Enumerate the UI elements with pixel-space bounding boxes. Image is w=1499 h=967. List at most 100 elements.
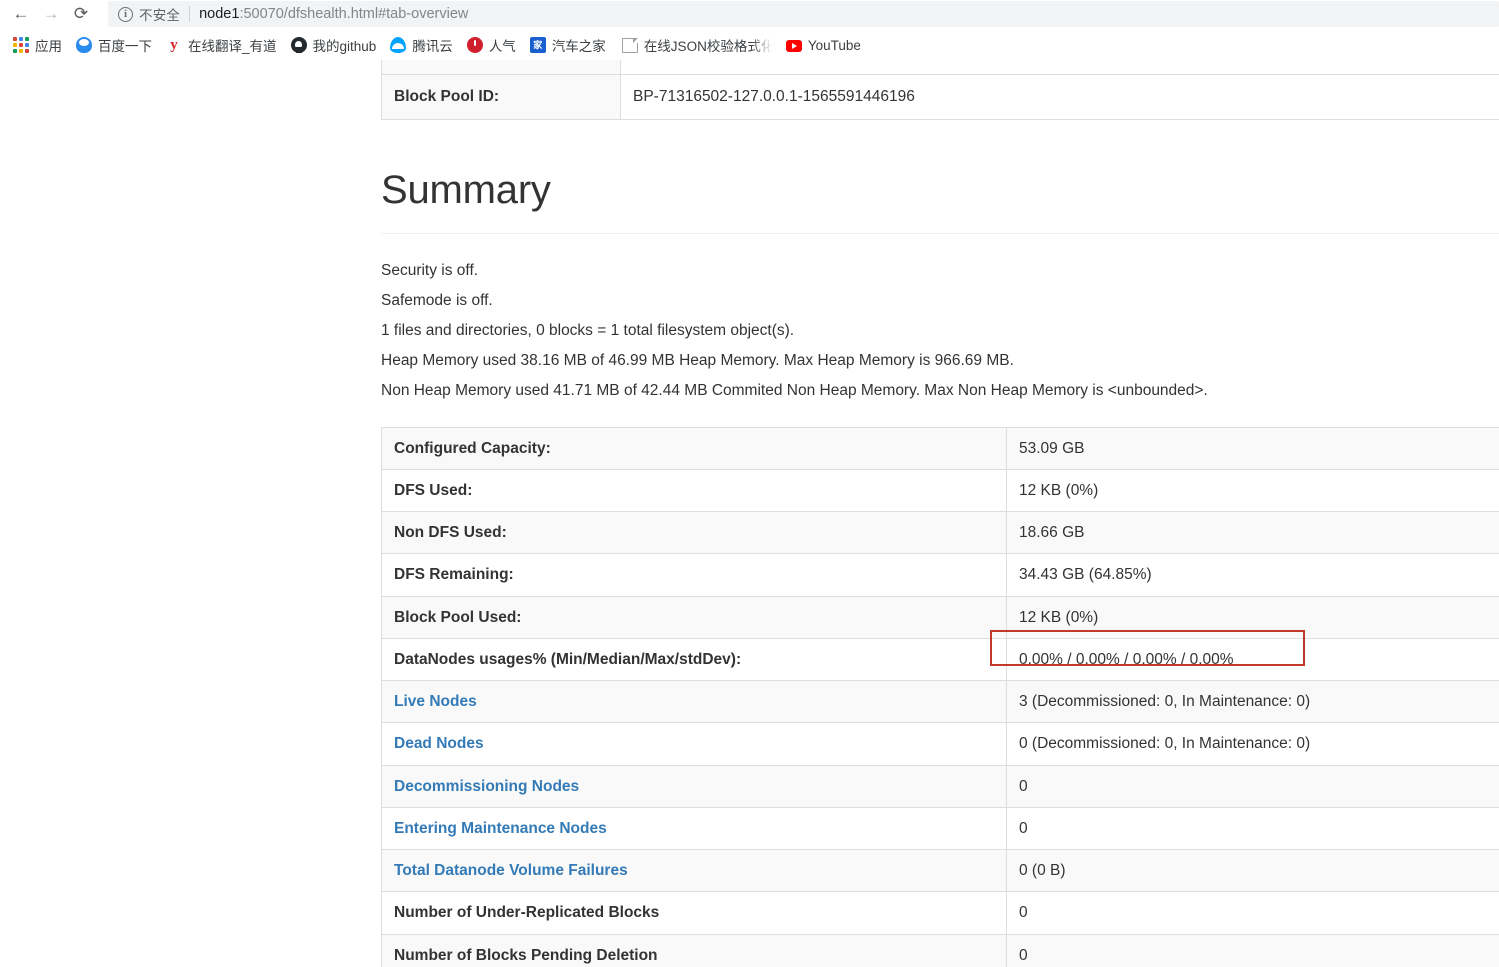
bookmark-renqi[interactable]: 人气 (464, 33, 523, 57)
tencent-cloud-icon (390, 37, 407, 53)
status-line-filesystem-objects: 1 files and directories, 0 blocks = 1 to… (381, 321, 795, 339)
row-label-configured-capacity: Configured Capacity: (381, 426, 1007, 470)
bookmark-autohome[interactable]: 家 汽车之家 (527, 33, 613, 57)
bookmark-baidu[interactable]: 百度一下 (73, 33, 159, 57)
page-viewport: Cluster ID: CID-e064bf2a-db8e-4ab2-bb2d-… (0, 60, 1499, 967)
row-value-decommissioning-nodes: 0 (1006, 764, 1499, 808)
bookmark-label: 我的github (312, 39, 377, 54)
table-row: DFS Remaining: 34.43 GB (64.85%) (381, 553, 1499, 596)
row-label-decommissioning-nodes[interactable]: Decommissioning Nodes (381, 764, 1007, 808)
row-value-live-nodes: 3 (Decommissioned: 0, In Maintenance: 0) (1006, 679, 1499, 723)
table-row: Configured Capacity: 53.09 GB (381, 426, 1499, 470)
block-pool-id-value: BP-71316502-127.0.0.1-1565591446196 (620, 74, 1499, 120)
table-row: Decommissioning Nodes 0 (381, 764, 1499, 808)
decommissioning-nodes-link[interactable]: Decommissioning Nodes (394, 778, 579, 795)
reload-icon: ⟳ (73, 4, 89, 23)
reload-button[interactable]: ⟳ (66, 0, 96, 28)
bookmark-tencent-cloud[interactable]: 腾讯云 (387, 33, 460, 57)
dfshealth-overview-page: Cluster ID: CID-e064bf2a-db8e-4ab2-bb2d-… (381, 60, 1499, 967)
omnibox-divider (189, 6, 191, 22)
security-status-label: 不安全 (139, 8, 181, 23)
row-label-entering-maintenance-nodes[interactable]: Entering Maintenance Nodes (381, 806, 1007, 850)
row-label-block-pool-used: Block Pool Used: (381, 595, 1007, 639)
autohome-icon: 家 (529, 37, 546, 53)
row-value-non-dfs-used: 18.66 GB (1006, 510, 1499, 554)
cluster-info-table: Cluster ID: CID-e064bf2a-db8e-4ab2-bb2d-… (381, 60, 1499, 120)
row-value-configured-capacity: 53.09 GB (1006, 426, 1499, 470)
summary-status-lines: Security is off. Safemode is off. 1 file… (381, 256, 1499, 406)
block-pool-id-label: Block Pool ID: (381, 74, 621, 120)
bookmark-label: 腾讯云 (412, 39, 453, 54)
address-bar[interactable]: i 不安全 node1:50070/dfshealth.html#tab-ove… (108, 1, 1499, 27)
bookmark-github[interactable]: 我的github (288, 33, 384, 57)
table-row: Total Datanode Volume Failures 0 (0 B) (381, 848, 1499, 892)
arrow-right-icon: → (42, 4, 60, 23)
total-datanode-volume-failures-link[interactable]: Total Datanode Volume Failures (394, 862, 628, 879)
table-row: Non DFS Used: 18.66 GB (381, 510, 1499, 554)
row-label-total-datanode-volume-failures[interactable]: Total Datanode Volume Failures (381, 848, 1007, 892)
table-row: Number of Blocks Pending Deletion 0 (381, 933, 1499, 967)
row-value-dead-nodes: 0 (Decommissioned: 0, In Maintenance: 0) (1006, 722, 1499, 765)
arrow-left-icon: ← (12, 4, 30, 23)
row-value-datanodes-usages: 0.00% / 0.00% / 0.00% / 0.00% (1006, 637, 1499, 681)
page-title: Summary (381, 167, 551, 212)
bookmark-label: 在线JSON校验格式化 (643, 39, 772, 54)
apps-grid-icon (13, 37, 29, 53)
bookmark-apps[interactable]: 应用 (10, 33, 69, 57)
bookmark-label: 百度一下 (98, 39, 152, 54)
bookmark-label: 人气 (488, 39, 516, 54)
forward-button[interactable]: → (36, 0, 66, 28)
back-button[interactable]: ← (6, 0, 36, 28)
cluster-id-label: Cluster ID: (381, 60, 621, 75)
table-row: Block Pool Used: 12 KB (0%) (381, 595, 1499, 639)
baidu-icon (76, 37, 92, 53)
table-row: Cluster ID: CID-e064bf2a-db8e-4ab2-bb2d-… (381, 60, 1499, 75)
row-value-entering-maintenance-nodes: 0 (1006, 806, 1499, 850)
bookmark-json-validator[interactable]: 在线JSON校验格式化 (617, 33, 779, 57)
row-value-under-replicated-blocks: 0 (1006, 891, 1499, 934)
entering-maintenance-nodes-link[interactable]: Entering Maintenance Nodes (394, 820, 607, 837)
table-row: Block Pool ID: BP-71316502-127.0.0.1-156… (381, 74, 1499, 120)
row-value-dfs-used: 12 KB (0%) (1006, 468, 1499, 512)
row-label-blocks-pending-deletion: Number of Blocks Pending Deletion (381, 933, 1007, 967)
bookmarks-bar: 应用 百度一下 y 在线翻译_有道 我的github 腾讯云 人气 家 汽车之家 (0, 30, 1499, 60)
youdao-icon: y (170, 37, 178, 53)
row-label-datanodes-usages: DataNodes usages% (Min/Median/Max/stdDev… (381, 637, 1007, 681)
url-path: :50070/dfshealth.html#tab-overview (239, 6, 469, 22)
info-circle-icon: i (118, 6, 133, 22)
renqi-icon (466, 37, 483, 53)
row-label-non-dfs-used: Non DFS Used: (381, 510, 1007, 554)
url-host: node1 (199, 6, 240, 22)
row-label-dfs-used: DFS Used: (381, 468, 1007, 512)
heading-divider (381, 232, 1499, 234)
page-icon (621, 37, 638, 53)
bookmark-label: 应用 (35, 39, 62, 54)
bookmark-youtube[interactable]: YouTube (783, 33, 868, 57)
browser-toolbar: ← → ⟳ i 不安全 node1:50070/dfshealth.html#t… (0, 0, 1499, 28)
bookmark-label: 在线翻译_有道 (188, 39, 277, 54)
dead-nodes-link[interactable]: Dead Nodes (394, 735, 484, 752)
status-line-heap-memory: Heap Memory used 38.16 MB of 46.99 MB He… (381, 351, 1014, 369)
row-label-under-replicated-blocks: Number of Under-Replicated Blocks (381, 891, 1007, 934)
cluster-id-value: CID-e064bf2a-db8e-4ab2-bb2d-81fd69ec95f3 (620, 60, 1499, 75)
table-row: Entering Maintenance Nodes 0 (381, 806, 1499, 850)
bookmark-label: 汽车之家 (551, 39, 606, 54)
table-row: Live Nodes 3 (Decommissioned: 0, In Main… (381, 679, 1499, 723)
table-row: DataNodes usages% (Min/Median/Max/stdDev… (381, 637, 1499, 681)
row-value-block-pool-used: 12 KB (0%) (1006, 595, 1499, 639)
url-text[interactable]: node1:50070/dfshealth.html#tab-overview (199, 6, 468, 22)
browser-chrome: ← → ⟳ i 不安全 node1:50070/dfshealth.html#t… (0, 0, 1499, 60)
summary-table: Configured Capacity: 53.09 GB DFS Used: … (381, 426, 1499, 967)
row-label-dead-nodes[interactable]: Dead Nodes (381, 722, 1007, 765)
youtube-icon (785, 40, 802, 52)
github-icon (290, 37, 307, 53)
row-label-dfs-remaining: DFS Remaining: (381, 553, 1007, 596)
security-status-chip[interactable]: i 不安全 (118, 4, 180, 24)
row-label-live-nodes[interactable]: Live Nodes (381, 679, 1007, 723)
row-value-dfs-remaining: 34.43 GB (64.85%) (1006, 553, 1499, 596)
live-nodes-link[interactable]: Live Nodes (394, 693, 477, 710)
bookmark-label: YouTube (807, 37, 861, 53)
table-row: DFS Used: 12 KB (0%) (381, 468, 1499, 512)
table-row: Dead Nodes 0 (Decommissioned: 0, In Main… (381, 722, 1499, 765)
bookmark-youdao-translate[interactable]: y 在线翻译_有道 (163, 33, 284, 57)
